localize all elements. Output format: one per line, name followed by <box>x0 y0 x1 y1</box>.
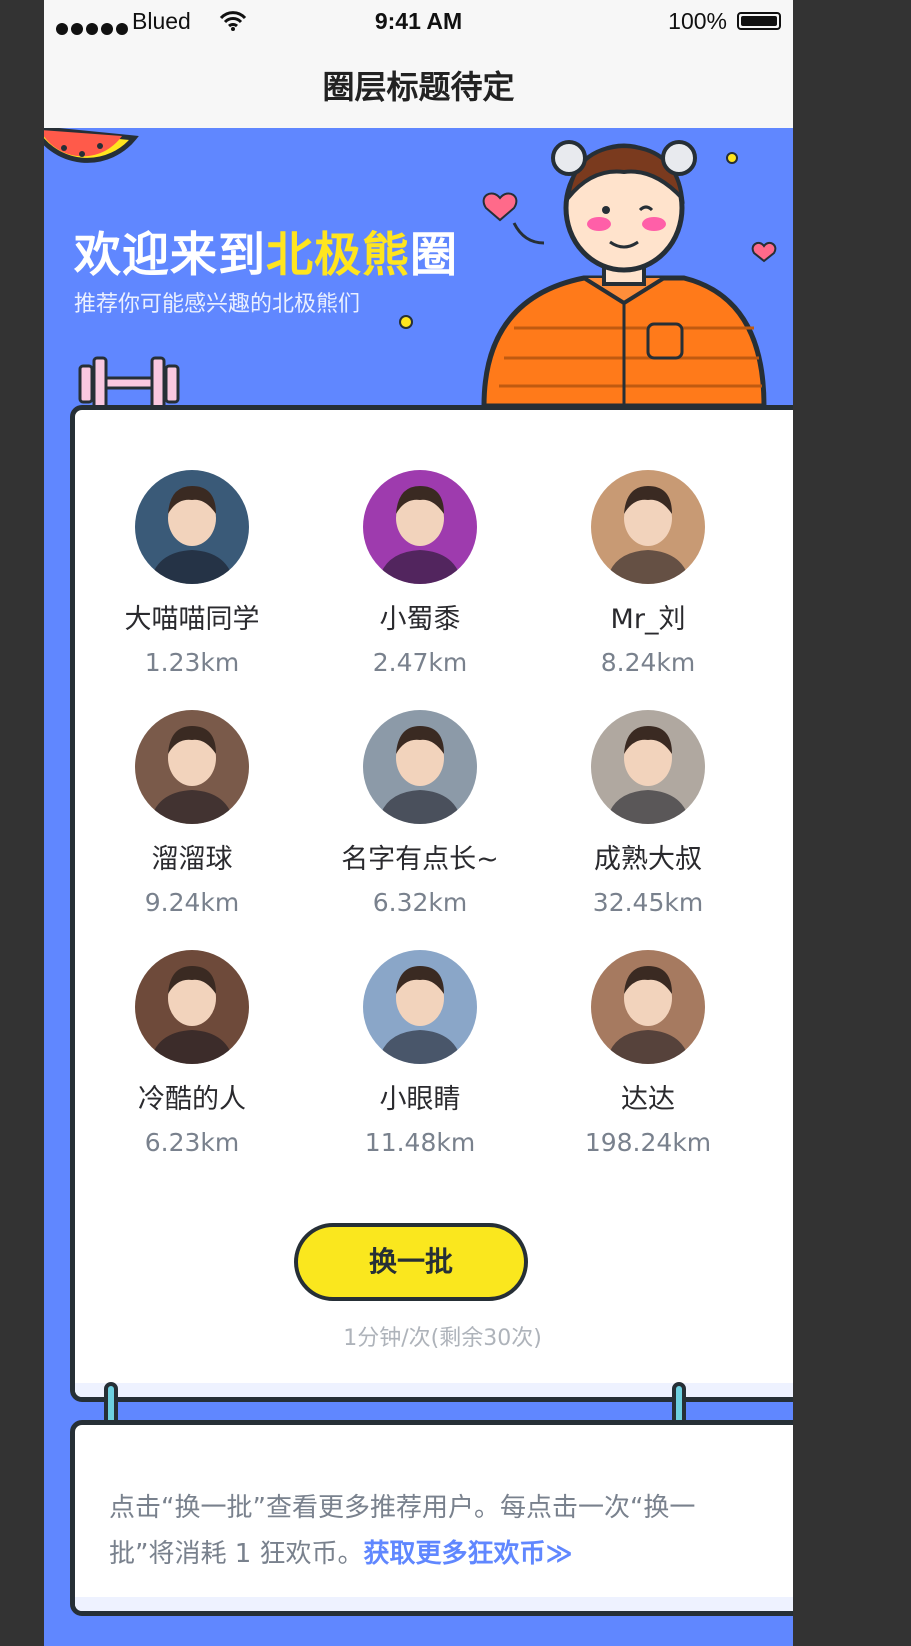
avatar[interactable] <box>135 710 249 824</box>
phone-screen: Blued 9:41 AM 100% 圈层标题待定 欢迎来到北极熊圈 推荐你可能… <box>44 0 793 1646</box>
welcome-title-highlight: 北极熊 <box>266 228 410 283</box>
nav-title: 圈层标题待定 <box>44 42 793 128</box>
bear-character-illustration <box>481 140 767 406</box>
avatar[interactable] <box>135 950 249 1064</box>
person-avatar-icon <box>378 486 462 584</box>
user-item[interactable]: 达达 198.24km <box>533 950 763 1158</box>
user-name: 名字有点长~ <box>341 844 499 875</box>
user-item[interactable]: 大喵喵同学 1.23km <box>77 470 307 678</box>
avatar[interactable] <box>363 710 477 824</box>
person-avatar-icon <box>150 486 234 584</box>
user-name: 达达 <box>621 1084 675 1115</box>
user-item[interactable]: 名字有点长~ 6.32km <box>305 710 535 918</box>
welcome-title-part2: 圈 <box>410 228 458 283</box>
welcome-title: 欢迎来到北极熊圈 <box>74 216 458 285</box>
battery-percent: 100% <box>668 8 727 34</box>
welcome-subtitle: 推荐你可能感兴趣的北极熊们 <box>74 292 361 317</box>
avatar[interactable] <box>363 950 477 1064</box>
person-avatar-icon <box>606 486 690 584</box>
heart-icon <box>751 242 777 263</box>
avatar[interactable] <box>363 470 477 584</box>
user-name: 小眼睛 <box>379 1084 461 1115</box>
swap-quota-note: 1分钟/次(剩余30次) <box>343 1326 542 1351</box>
user-item[interactable]: 冷酷的人 6.23km <box>77 950 307 1158</box>
status-bar: Blued 9:41 AM 100% <box>44 0 793 42</box>
person-avatar-icon <box>606 966 690 1064</box>
user-name: 成熟大叔 <box>594 844 702 875</box>
heart-icon <box>482 192 518 222</box>
watermelon-icon <box>44 128 139 163</box>
welcome-title-part1: 欢迎来到 <box>74 228 266 283</box>
person-avatar-icon <box>150 966 234 1064</box>
recommend-card: 大喵喵同学 1.23km 小蜀黍 2.47km Mr_刘 8.24km 溜溜球 9.24km 名… <box>70 405 793 1402</box>
user-distance: 198.24km <box>584 1128 712 1157</box>
get-more-coins-link[interactable]: 获取更多狂欢币≫ <box>364 1539 573 1569</box>
user-name: 溜溜球 <box>151 844 233 875</box>
battery-icon <box>737 12 781 30</box>
user-name: 冷酷的人 <box>138 1084 246 1115</box>
person-avatar-icon <box>378 726 462 824</box>
avatar[interactable] <box>591 950 705 1064</box>
user-distance: 1.23km <box>144 648 240 677</box>
user-name: Mr_刘 <box>610 604 686 635</box>
avatar[interactable] <box>591 710 705 824</box>
avatar[interactable] <box>135 470 249 584</box>
swap-button[interactable]: 换一批 <box>294 1223 528 1301</box>
dumbbell-icon <box>78 356 180 406</box>
user-name: 大喵喵同学 <box>124 604 260 635</box>
user-distance: 6.32km <box>372 888 468 917</box>
user-item[interactable]: 成熟大叔 32.45km <box>533 710 763 918</box>
user-item[interactable]: 小眼睛 11.48km <box>305 950 535 1158</box>
tip-text: 点击“换一批”查看更多推荐用户。每点击一次“换一批”将消耗 1 狂欢币。获取更多… <box>109 1485 749 1577</box>
user-distance: 2.47km <box>372 648 468 677</box>
user-distance: 8.24km <box>600 648 696 677</box>
user-item[interactable]: 小蜀黍 2.47km <box>305 470 535 678</box>
welcome-banner: 欢迎来到北极熊圈 推荐你可能感兴趣的北极熊们 <box>44 128 793 406</box>
user-item[interactable]: 溜溜球 9.24km <box>77 710 307 918</box>
tip-card: 点击“换一批”查看更多推荐用户。每点击一次“换一批”将消耗 1 狂欢币。获取更多… <box>70 1420 793 1616</box>
user-distance: 6.23km <box>144 1128 240 1157</box>
user-distance: 9.24km <box>144 888 240 917</box>
person-avatar-icon <box>378 966 462 1064</box>
user-distance: 32.45km <box>592 888 704 917</box>
user-distance: 11.48km <box>364 1128 476 1157</box>
card-bottom-strip <box>75 1597 793 1611</box>
person-avatar-icon <box>150 726 234 824</box>
person-avatar-icon <box>606 726 690 824</box>
avatar[interactable] <box>591 470 705 584</box>
user-item[interactable]: Mr_刘 8.24km <box>533 470 763 678</box>
user-name: 小蜀黍 <box>379 604 461 635</box>
